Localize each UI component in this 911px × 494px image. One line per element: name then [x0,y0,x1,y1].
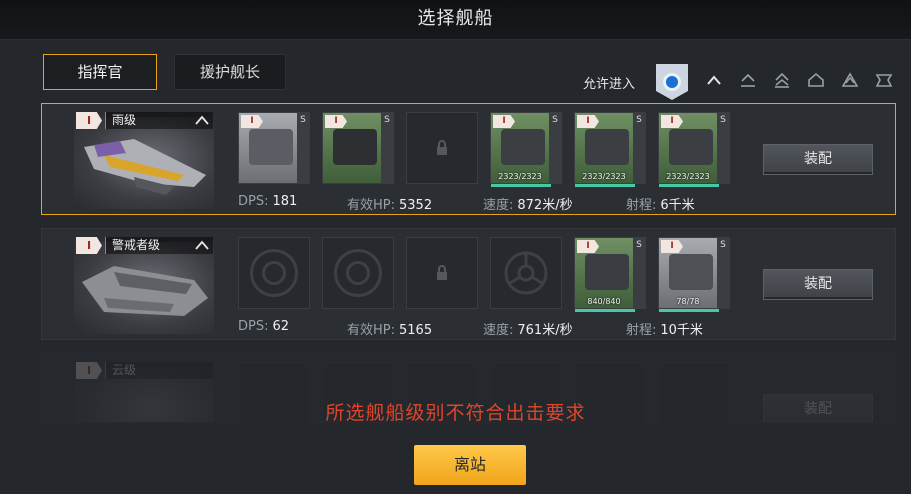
tab-escort-captain[interactable]: 援护舰长 [174,54,286,90]
range-stat: 射程: 6千米 [626,198,695,213]
empty-slot[interactable] [322,237,394,309]
tier-badge: I [661,240,683,253]
module-hp-bar [491,184,551,187]
tier-badge: I [76,237,102,254]
depart-button[interactable]: 离站 [414,445,526,485]
module-slot[interactable]: I S [238,112,310,184]
module-slot[interactable]: I S 840/840 [574,237,646,312]
slot-side-strip: S [633,238,645,308]
module-slot[interactable]: I S 2323/2323 [490,112,562,187]
range-stat: 射程: 10千米 [626,323,703,338]
chevron-up-icon[interactable] [194,239,210,251]
ship-row-rain[interactable]: I 雨级 I S I S I S 2323/2323 I S 2323/2323… [41,103,896,215]
chevron-up-icon[interactable] [194,114,210,126]
locked-slot [406,237,478,309]
tier-badge: I [76,112,102,129]
effective-hp-stat: 有效HP: 5352 [347,198,433,213]
empty-special-slot[interactable] [490,237,562,309]
tab-commander[interactable]: 指挥官 [43,54,157,90]
armor-module-icon [501,129,545,165]
module-slot[interactable]: I S 78/78 [658,237,730,312]
armor-module-icon [669,129,713,165]
module-hp: 78/78 [676,297,700,306]
empty-socket-icon [250,249,298,297]
launcher-module-icon [333,129,377,165]
dps-stat: DPS: 181 [238,194,298,209]
tier-badge: I [325,115,347,128]
empty-slot[interactable] [238,237,310,309]
tier-badge: I [493,115,515,128]
speed-stat: 速度: 872米/秒 [483,198,573,213]
slot-side-strip: S [381,113,393,183]
dps-stat: DPS: 62 [238,319,290,334]
ship-name: 云级 [105,362,213,379]
allow-entry-label: 允许进入 [583,77,636,92]
tier-badge: I [241,115,263,128]
equip-button[interactable]: 装配 [763,269,873,300]
ship-image [74,117,214,209]
launcher-module-icon [585,254,629,290]
slot-side-strip: S [549,113,561,183]
slot-side-strip: S [717,113,729,183]
tier-4-icon[interactable] [806,71,826,89]
module-slot[interactable]: I S 2323/2323 [574,112,646,187]
module-hp-bar [659,184,719,187]
page-title: 选择舰船 [0,0,911,40]
ship-image [74,242,214,334]
module-slot[interactable]: I S [322,112,394,184]
effective-hp-stat: 有效HP: 5165 [347,323,433,338]
module-hp: 2323/2323 [582,172,626,181]
tier-badge: I [577,240,599,253]
engine-module-icon [669,254,713,290]
tier-1-icon[interactable] [704,71,724,89]
tier-6-icon[interactable] [874,71,894,89]
module-hp: 2323/2323 [498,172,542,181]
tier-badge: I [577,115,599,128]
slot-side-strip: S [717,238,729,308]
slot-side-strip: S [633,113,645,183]
lock-icon [437,140,447,155]
turret-module-icon [249,129,293,165]
module-hp: 2323/2323 [666,172,710,181]
tier-warning-message: 所选舰船级别不符合出击要求 [325,402,586,424]
module-hp-bar [575,309,635,312]
tier-2-icon[interactable] [738,71,758,89]
lock-icon [437,265,447,280]
module-hp: 840/840 [587,297,621,306]
module-slot[interactable]: I S 2323/2323 [658,112,730,187]
empty-socket-icon [334,249,382,297]
ship-row-vigilant[interactable]: I 警戒者级 I S 840/840 I S 78/78 DPS: 62 有效HP… [41,228,896,340]
module-hp-bar [659,309,719,312]
special-socket-icon [504,251,548,295]
tier-badge: I [76,362,102,379]
slot-side-strip: S [297,113,309,183]
speed-stat: 速度: 761米/秒 [483,323,573,338]
module-hp-bar [575,184,635,187]
equip-button[interactable]: 装配 [763,144,873,175]
locked-slot [406,112,478,184]
armor-module-icon [585,129,629,165]
tier-badge: I [661,115,683,128]
tier-5-icon[interactable] [840,71,860,89]
tier-3-icon[interactable] [772,71,792,89]
